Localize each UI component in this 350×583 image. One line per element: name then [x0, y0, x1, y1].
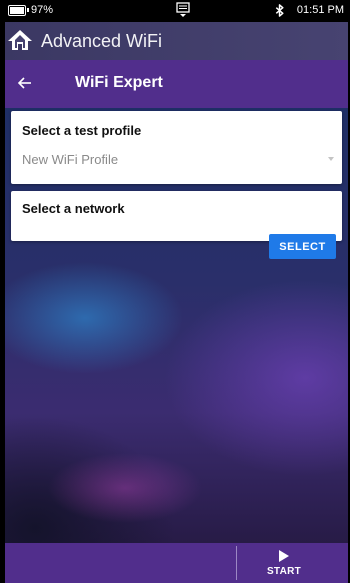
- network-card: Select a network SELECT: [11, 191, 342, 259]
- page-header: WiFi Expert: [5, 60, 348, 108]
- network-title: Select a network: [22, 201, 125, 216]
- back-arrow-icon[interactable]: [17, 75, 33, 91]
- bottom-bar: START: [5, 543, 348, 583]
- start-label: START: [266, 566, 302, 577]
- device-screen: 97% 01:51 PM Advanced WiFi WiFi Expert S…: [5, 0, 348, 583]
- notification-icon: [176, 2, 190, 17]
- battery-percent: 97%: [31, 4, 54, 16]
- start-button[interactable]: START: [251, 547, 317, 581]
- clock: 01:51 PM: [296, 4, 344, 16]
- home-icon[interactable]: [7, 29, 33, 51]
- test-profile-card: Select a test profile New WiFi Profile: [11, 111, 342, 184]
- divider: [236, 546, 237, 580]
- bluetooth-icon: [275, 4, 284, 17]
- page-title: WiFi Expert: [75, 74, 163, 91]
- play-icon: [279, 550, 289, 562]
- app-header: Advanced WiFi: [5, 22, 348, 60]
- chevron-down-icon: [328, 157, 334, 161]
- test-profile-value: New WiFi Profile: [22, 152, 119, 167]
- test-profile-title: Select a test profile: [22, 123, 142, 138]
- select-network-button[interactable]: SELECT: [269, 234, 336, 259]
- status-bar: 97% 01:51 PM: [5, 0, 348, 22]
- app-title: Advanced WiFi: [41, 31, 163, 51]
- test-profile-dropdown[interactable]: New WiFi Profile: [22, 151, 336, 171]
- battery-icon: [8, 5, 29, 16]
